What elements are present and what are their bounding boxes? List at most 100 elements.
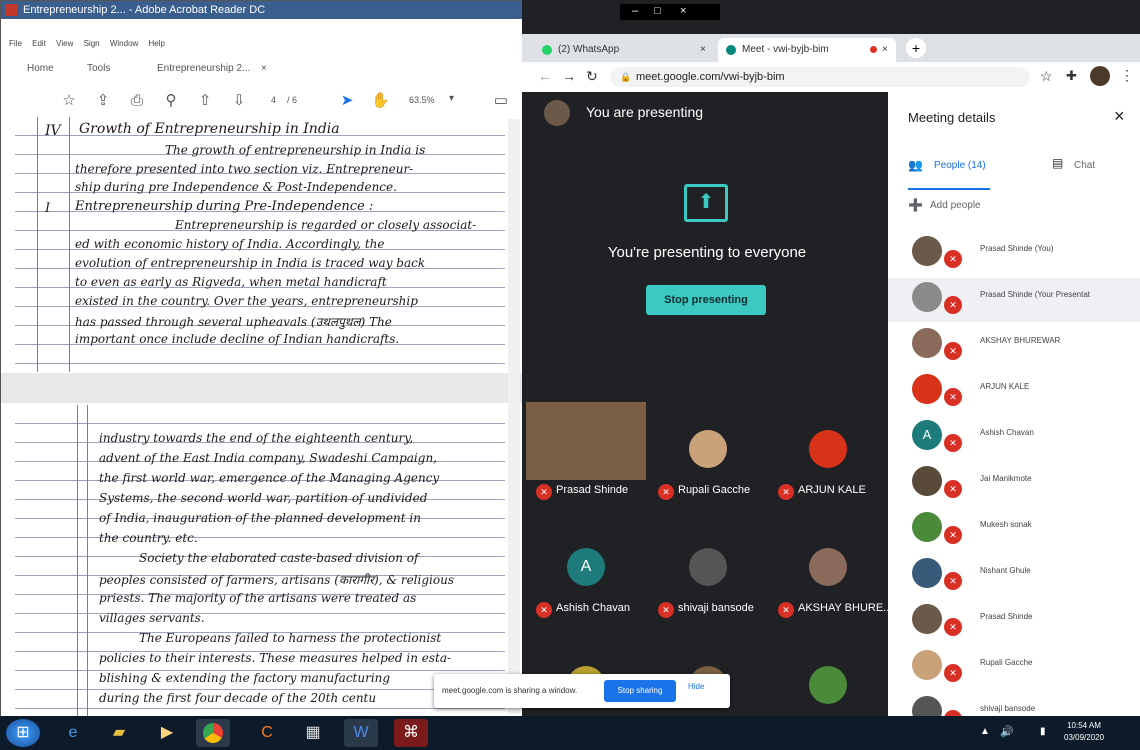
- minimize-button[interactable]: –: [632, 5, 638, 17]
- star-icon[interactable]: ☆: [61, 93, 77, 109]
- handwritten-line: policies to their interests. These measu…: [99, 651, 452, 665]
- participant-tile[interactable]: A ✕ Ashish Chavan: [526, 520, 646, 620]
- stop-presenting-button[interactable]: Stop presenting: [646, 285, 766, 315]
- stop-sharing-button[interactable]: Stop sharing: [604, 680, 676, 702]
- acrobat-toolbar: ☆ ⇪ ⎙ ⚲ ⇧ ⇩ 4 / 6 ➤ ✋ 63.5% ▾ ▭: [1, 87, 523, 115]
- handwritten-line: ed with economic history of India. Accor…: [75, 237, 385, 251]
- menu-kebab-icon[interactable]: ⋮: [1120, 67, 1134, 84]
- participant-row[interactable]: ✕ Prasad Shinde (Your Presentat: [888, 278, 1140, 322]
- acrobat-icon[interactable]: ⌘: [394, 719, 428, 747]
- menu-sign[interactable]: Sign: [84, 39, 100, 48]
- bookmark-star-icon[interactable]: ☆: [1040, 68, 1053, 85]
- close-panel-button[interactable]: ×: [1114, 106, 1125, 127]
- close-window-button[interactable]: ×: [680, 5, 686, 17]
- ie-icon[interactable]: e: [56, 719, 90, 747]
- close-tab-icon[interactable]: ×: [261, 63, 267, 74]
- tab-document[interactable]: Entrepreneurship 2...: [157, 63, 250, 74]
- page-down-icon[interactable]: ⇩: [231, 93, 247, 109]
- participant-tile[interactable]: ✕ Prasad Shinde: [526, 402, 646, 502]
- url-field[interactable]: 🔒 meet.google.com/vwi-byjb-bim: [610, 67, 1030, 87]
- handwritten-line: IV: [45, 123, 61, 139]
- select-cursor-icon[interactable]: ➤: [339, 93, 355, 109]
- participant-row[interactable]: ✕ Jai Manikmote: [888, 462, 1140, 506]
- tab-whatsapp[interactable]: (2) WhatsApp ×: [534, 38, 714, 62]
- participant-name: shivaji bansode: [678, 602, 754, 614]
- handwritten-line: Entrepreneurship is regarded or closely …: [175, 218, 477, 232]
- menu-view[interactable]: View: [56, 39, 73, 48]
- network-icon[interactable]: ▮: [1040, 726, 1046, 737]
- participant-row[interactable]: ✕ AKSHAY BHUREWAR: [888, 324, 1140, 368]
- page-up-icon[interactable]: ⇧: [197, 93, 213, 109]
- mic-muted-icon: ✕: [536, 602, 552, 618]
- participant-row[interactable]: ✕ Rupali Gacche: [888, 646, 1140, 690]
- menu-help[interactable]: Help: [149, 39, 165, 48]
- tab-people-label: People (14): [934, 160, 986, 171]
- tab-home[interactable]: Home: [27, 63, 54, 74]
- margin-line: [77, 405, 78, 717]
- participant-tile[interactable]: ✕ AKSHAY BHURE...: [768, 520, 888, 620]
- tab-meet[interactable]: Meet - vwi-byjb-bim ×: [718, 38, 896, 62]
- participant-name: ARJUN KALE: [798, 484, 866, 496]
- tab-people[interactable]: 👥 People (14): [908, 154, 990, 190]
- mic-muted-icon: ✕: [944, 434, 962, 452]
- folder-icon[interactable]: ▰: [102, 719, 136, 747]
- participant-name: shivaji bansode: [980, 704, 1036, 713]
- participant-row[interactable]: A ✕ Ashish Chavan: [888, 416, 1140, 460]
- participant-tile[interactable]: ✕ shivaji bansode: [648, 520, 768, 620]
- avatar: [809, 666, 847, 704]
- tab-tools[interactable]: Tools: [87, 63, 110, 74]
- mic-muted-icon: ✕: [658, 602, 674, 618]
- handwritten-line: evolution of entrepreneurship in India i…: [75, 256, 426, 270]
- avatar: [912, 328, 942, 358]
- margin-line: [87, 405, 88, 717]
- zoom-dropdown-icon[interactable]: ▾: [449, 93, 454, 104]
- page-number[interactable]: 4: [271, 95, 276, 105]
- chat-icon: ▤: [1052, 156, 1064, 170]
- print-icon[interactable]: ⎙: [129, 93, 145, 109]
- participant-row[interactable]: ✕ Prasad Shinde: [888, 600, 1140, 644]
- menu-edit[interactable]: Edit: [32, 39, 46, 48]
- handwritten-line: Growth of Entrepreneurship in India: [79, 121, 340, 137]
- video-feed: [526, 402, 646, 480]
- hide-button[interactable]: Hide: [688, 682, 704, 691]
- people-icon: 👥: [908, 158, 923, 172]
- search-icon[interactable]: ⚲: [163, 93, 179, 109]
- tray-arrow-icon[interactable]: ▲: [980, 726, 990, 737]
- participant-row[interactable]: ✕ Mukesh sonak: [888, 508, 1140, 552]
- presenting-header: You are presenting: [522, 92, 888, 134]
- start-button[interactable]: ⊞: [6, 719, 40, 747]
- app-icon[interactable]: ▦: [296, 719, 330, 747]
- participant-row[interactable]: ✕ Nishant Ghule: [888, 554, 1140, 598]
- chrome-icon[interactable]: [196, 719, 230, 747]
- close-tab-icon[interactable]: ×: [700, 38, 706, 62]
- hand-tool-icon[interactable]: ✋: [371, 93, 390, 109]
- back-icon[interactable]: ←: [538, 68, 552, 84]
- vertical-scrollbar[interactable]: [508, 119, 520, 714]
- profile-avatar[interactable]: [1090, 66, 1110, 86]
- menu-window[interactable]: Window: [110, 39, 138, 48]
- reload-icon[interactable]: ↻: [586, 68, 598, 85]
- word-icon[interactable]: W: [344, 719, 378, 747]
- maximize-button[interactable]: □: [654, 5, 661, 17]
- zoom-level[interactable]: 63.5%: [409, 95, 435, 105]
- forward-icon[interactable]: →: [562, 68, 576, 84]
- participant-row[interactable]: ✕ Prasad Shinde (You): [888, 232, 1140, 276]
- system-clock[interactable]: 10:54 AM 03/09/2020: [1064, 720, 1104, 744]
- close-tab-icon[interactable]: ×: [882, 38, 888, 62]
- handwritten-line: villages servants.: [99, 611, 205, 625]
- page-gap: [1, 373, 523, 403]
- participant-tile[interactable]: ✕ Rupali Gacche: [648, 402, 768, 502]
- ccleaner-icon[interactable]: C: [250, 719, 284, 747]
- media-icon[interactable]: ▶: [150, 719, 184, 747]
- handwritten-line: Systems, the second world war, partition…: [99, 491, 428, 505]
- participant-tile[interactable]: ✕ ARJUN KALE: [768, 402, 888, 502]
- participant-row[interactable]: ✕ ARJUN KALE: [888, 370, 1140, 414]
- new-tab-button[interactable]: +: [906, 38, 926, 58]
- upload-icon[interactable]: ⇪: [95, 93, 111, 109]
- participant-name: AKSHAY BHURE...: [798, 602, 888, 614]
- volume-icon[interactable]: 🔊: [1000, 725, 1014, 738]
- menu-file[interactable]: File: [9, 39, 22, 48]
- extensions-icon[interactable]: ✚: [1066, 68, 1077, 84]
- comment-icon[interactable]: ▭: [493, 93, 509, 109]
- avatar: A: [567, 548, 605, 586]
